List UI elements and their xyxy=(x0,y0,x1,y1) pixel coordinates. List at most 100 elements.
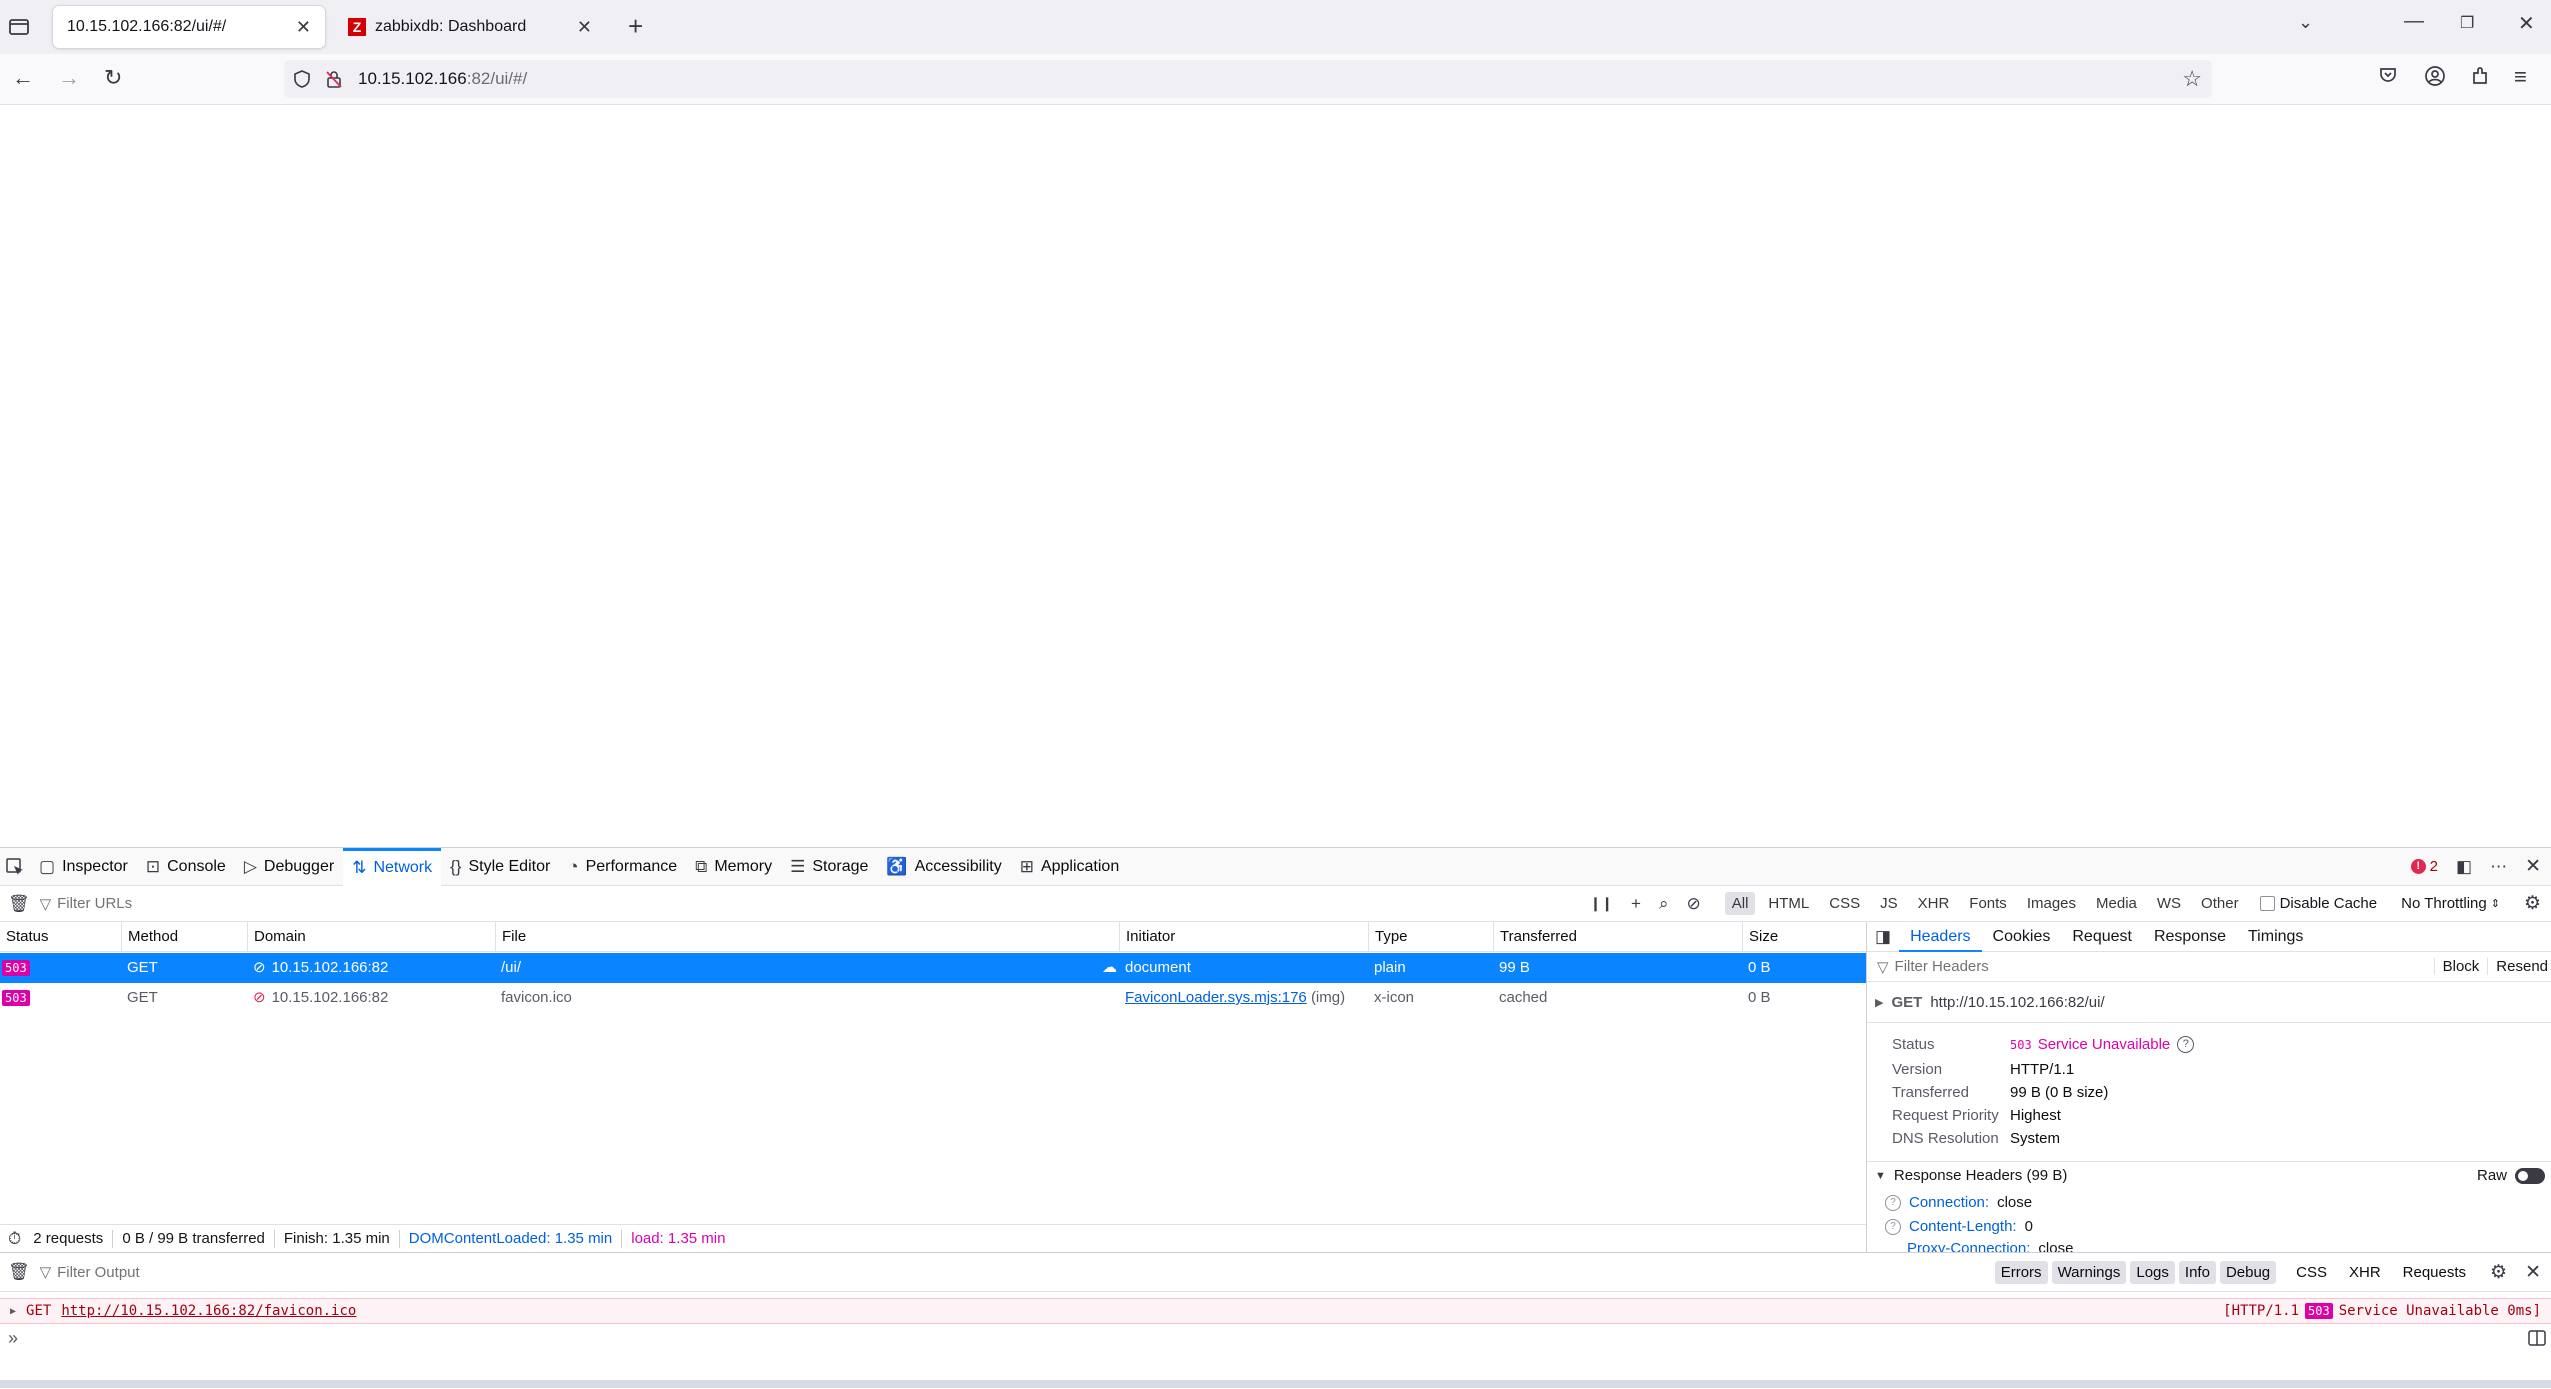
raw-toggle[interactable] xyxy=(2515,1167,2545,1184)
filter-media[interactable]: Media xyxy=(2089,892,2144,915)
gear-icon[interactable]: ⚙ xyxy=(2490,1261,2507,1284)
tab-headers[interactable]: Headers xyxy=(1899,922,1982,952)
url-text[interactable]: 10.15.102.166:82/ui/#/ xyxy=(358,69,527,89)
css-button[interactable]: CSS xyxy=(2290,1261,2333,1284)
filter-xhr[interactable]: XHR xyxy=(1911,892,1957,915)
insecure-lock-icon[interactable] xyxy=(324,69,344,89)
filter-fonts[interactable]: Fonts xyxy=(1962,892,2014,915)
resend-button[interactable]: Resend xyxy=(2487,958,2551,975)
close-console-icon[interactable]: ✕ xyxy=(2525,1261,2541,1284)
col-domain[interactable]: Domain xyxy=(247,922,495,952)
col-status[interactable]: Status xyxy=(0,922,121,952)
reload-icon[interactable]: ↻ xyxy=(104,65,122,91)
menu-icon[interactable]: ≡ xyxy=(2514,64,2527,90)
error-count-badge[interactable]: ! 2 xyxy=(2410,858,2438,875)
filter-css[interactable]: CSS xyxy=(1822,892,1867,915)
tab-list-icon[interactable] xyxy=(8,16,30,38)
pause-icon[interactable]: ❙❙ xyxy=(1590,895,1613,912)
forward-icon[interactable]: → xyxy=(58,65,80,91)
xhr-button[interactable]: XHR xyxy=(2343,1261,2387,1284)
minimize-icon[interactable]: — xyxy=(2404,10,2424,33)
tab-storage[interactable]: ☰ Storage xyxy=(781,848,877,886)
zabbix-favicon-icon: Z xyxy=(348,18,366,36)
col-transferred[interactable]: Transferred xyxy=(1493,922,1742,952)
response-headers-toggle[interactable]: ▼ Response Headers (99 B) Raw xyxy=(1875,1167,2545,1184)
filter-other[interactable]: Other xyxy=(2194,892,2246,915)
errors-button[interactable]: Errors xyxy=(1994,1260,2048,1284)
col-file[interactable]: File xyxy=(495,922,1119,952)
trash-icon[interactable]: 🗑 xyxy=(8,1262,30,1282)
filter-ws[interactable]: WS xyxy=(2150,892,2188,915)
trash-icon[interactable]: 🗑 xyxy=(8,894,30,914)
tab-inspector[interactable]: ▢ Inspector xyxy=(30,848,137,886)
dock-icon[interactable]: ◧ xyxy=(2456,857,2472,877)
table-row[interactable]: 503 GET ⊘ 10.15.102.166:82 favicon.ico Fa… xyxy=(0,983,1866,1013)
logs-button[interactable]: Logs xyxy=(2130,1260,2175,1284)
filter-headers-input[interactable]: ▽ Filter Headers xyxy=(1877,958,1989,976)
tab-memory[interactable]: ⧉ Memory xyxy=(686,848,781,886)
gear-icon[interactable]: ⚙ xyxy=(2524,892,2541,915)
expand-arrow-icon[interactable]: ▶ xyxy=(10,1306,16,1317)
more-options-icon[interactable]: ⋯ xyxy=(2490,857,2507,877)
debug-button[interactable]: Debug xyxy=(2219,1260,2277,1284)
back-icon[interactable]: ← xyxy=(12,65,34,91)
request-line[interactable]: ▶ GET http://10.15.102.166:82/ui/ xyxy=(1875,994,2105,1011)
tab-performance[interactable]: ◔ Performance xyxy=(559,848,686,886)
tab-debugger[interactable]: ▷ Debugger xyxy=(235,848,343,886)
chevron-down-icon[interactable]: ⌄ xyxy=(2298,12,2313,33)
disable-cache-checkbox[interactable]: Disable Cache xyxy=(2259,895,2377,912)
tab-request[interactable]: Request xyxy=(2061,922,2143,952)
tab-response[interactable]: Response xyxy=(2143,922,2237,952)
console-message[interactable]: ▶ GET http://10.15.102.166:82/favicon.ic… xyxy=(0,1298,2551,1324)
add-icon[interactable]: + xyxy=(1631,894,1641,914)
filter-html[interactable]: HTML xyxy=(1761,892,1816,915)
col-initiator[interactable]: Initiator xyxy=(1119,922,1368,952)
block-icon[interactable]: ⊘ xyxy=(1687,894,1701,914)
tab-network[interactable]: ⇅ Network xyxy=(343,847,442,886)
help-icon[interactable]: ? xyxy=(2177,1036,2195,1053)
bookmark-star-icon[interactable]: ☆ xyxy=(2182,66,2202,92)
tab-timings[interactable]: Timings xyxy=(2237,922,2314,952)
block-button[interactable]: Block xyxy=(2433,958,2488,975)
col-size[interactable]: Size xyxy=(1742,922,1866,952)
initiator-link[interactable]: FaviconLoader.sys.mjs:176 xyxy=(1125,989,1307,1006)
throttling-select[interactable]: No Throttling ⇕ xyxy=(2401,895,2500,912)
filter-all[interactable]: All xyxy=(1724,892,1756,915)
tab-active[interactable]: 10.15.102.166:82/ui/#/ ✕ xyxy=(53,6,325,48)
info-button[interactable]: Info xyxy=(2178,1260,2216,1284)
tab-close-icon[interactable]: ✕ xyxy=(296,17,311,38)
filter-output-input[interactable]: ▽ Filter Output xyxy=(40,1263,140,1282)
filter-images[interactable]: Images xyxy=(2020,892,2083,915)
new-tab-icon[interactable]: + xyxy=(628,11,643,42)
account-icon[interactable] xyxy=(2424,65,2446,87)
col-type[interactable]: Type xyxy=(1368,922,1493,952)
url-bar[interactable]: 10.15.102.166:82/ui/#/ ☆ xyxy=(284,60,2212,98)
tab-style-editor[interactable]: {} Style Editor xyxy=(441,848,559,886)
requests-button[interactable]: Requests xyxy=(2397,1261,2472,1284)
window-close-icon[interactable]: ✕ xyxy=(2518,11,2535,36)
shield-icon[interactable] xyxy=(292,69,312,89)
tab-console[interactable]: ⊡ Console xyxy=(137,848,235,886)
tab-application[interactable]: ⊞ Application xyxy=(1011,848,1129,886)
console-prompt[interactable]: » xyxy=(8,1328,18,1349)
filter-js[interactable]: JS xyxy=(1873,892,1905,915)
warnings-button[interactable]: Warnings xyxy=(2051,1260,2127,1284)
tab-cookies[interactable]: Cookies xyxy=(1982,922,2062,952)
split-console-icon[interactable] xyxy=(2528,1330,2546,1346)
toggle-sidebar-icon[interactable]: ◨ xyxy=(1875,927,1891,947)
close-devtools-icon[interactable]: ✕ xyxy=(2525,855,2541,878)
filter-urls-input[interactable]: ▽ Filter URLs xyxy=(40,895,133,913)
help-icon[interactable]: ? xyxy=(1885,1218,1901,1235)
element-picker-icon[interactable] xyxy=(6,857,24,876)
col-method[interactable]: Method xyxy=(121,922,247,952)
tab-accessibility[interactable]: ♿ Accessibility xyxy=(877,848,1010,886)
console-url-link[interactable]: http://10.15.102.166:82/favicon.ico xyxy=(61,1303,356,1319)
search-icon[interactable]: ⌕ xyxy=(1659,894,1669,914)
table-row[interactable]: 503 GET ⊘ 10.15.102.166:82 /ui/ ☁ documen… xyxy=(0,953,1866,983)
extensions-icon[interactable] xyxy=(2470,66,2490,86)
help-icon[interactable]: ? xyxy=(1885,1194,1901,1211)
restore-icon[interactable]: ❐ xyxy=(2460,13,2474,33)
tab-zabbix[interactable]: Z zabbixdb: Dashboard ✕ xyxy=(334,6,606,48)
pocket-icon[interactable] xyxy=(2378,65,2398,85)
tab-close-icon[interactable]: ✕ xyxy=(577,17,592,38)
